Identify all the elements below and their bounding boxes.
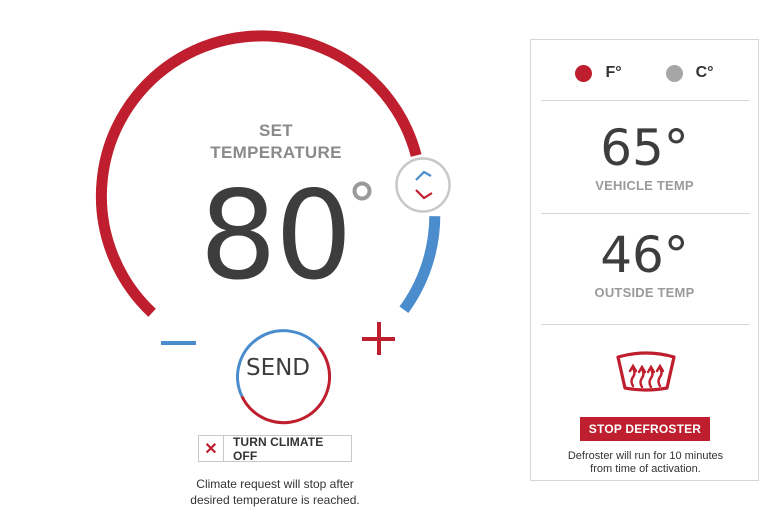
outside-temp-label: OUTSIDE TEMP	[594, 285, 695, 300]
set-temperature-heading: SET TEMPERATURE	[176, 120, 376, 164]
turn-climate-off-label: TURN CLIMATE OFF	[233, 434, 324, 463]
climate-note: Climate request will stop after desired …	[165, 476, 385, 508]
outside-temp-block: 46° OUTSIDE TEMP	[531, 227, 758, 300]
vehicle-temp-label: VEHICLE TEMP	[595, 178, 694, 193]
vehicle-temp-value: 65°	[600, 119, 689, 177]
outside-temp-value: 46°	[600, 226, 689, 284]
unit-selector: F° C°	[531, 60, 758, 86]
set-temperature-value: 80	[199, 165, 352, 307]
status-panel: F° C° 65° VEHICLE TEMP 46° OUTSIDE TEMP …	[530, 39, 759, 481]
unit-label-f: F°	[605, 64, 622, 81]
unit-option-fahrenheit[interactable]: F°	[575, 64, 622, 82]
increase-temperature-button[interactable]	[362, 322, 396, 356]
set-label-line2: TEMPERATURE	[210, 143, 342, 162]
stop-defroster-button[interactable]: STOP DEFROSTER	[580, 417, 710, 441]
unit-option-celsius[interactable]: C°	[665, 64, 714, 82]
dial-cool-arc	[399, 216, 441, 314]
divider	[541, 213, 750, 214]
decrease-temperature-button[interactable]	[161, 333, 197, 353]
unit-label-c: C°	[695, 64, 714, 81]
defroster-note-line2: from time of activation.	[590, 463, 701, 475]
turn-climate-off-button[interactable]: ✕ TURN CLIMATE OFF	[198, 434, 352, 463]
defroster-note: Defroster will run for 10 minutes from t…	[541, 450, 750, 476]
send-button[interactable]: SEND	[231, 321, 325, 415]
vehicle-temp-block: 65° VEHICLE TEMP	[531, 120, 758, 193]
divider	[541, 100, 750, 101]
close-icon: ✕	[199, 436, 224, 461]
climate-note-line2: desired temperature is reached.	[190, 493, 360, 507]
minus-icon	[161, 341, 196, 345]
defroster-note-line1: Defroster will run for 10 minutes	[567, 450, 724, 462]
set-label-line1: SET	[259, 121, 293, 140]
climate-note-line1: Climate request will stop after	[196, 477, 354, 491]
radio-dot-icon	[575, 64, 593, 82]
rear-defroster-icon	[616, 351, 676, 392]
divider	[541, 324, 750, 325]
drag-handle-chevron-icon[interactable]	[395, 157, 451, 213]
radio-dot-icon	[665, 64, 683, 82]
